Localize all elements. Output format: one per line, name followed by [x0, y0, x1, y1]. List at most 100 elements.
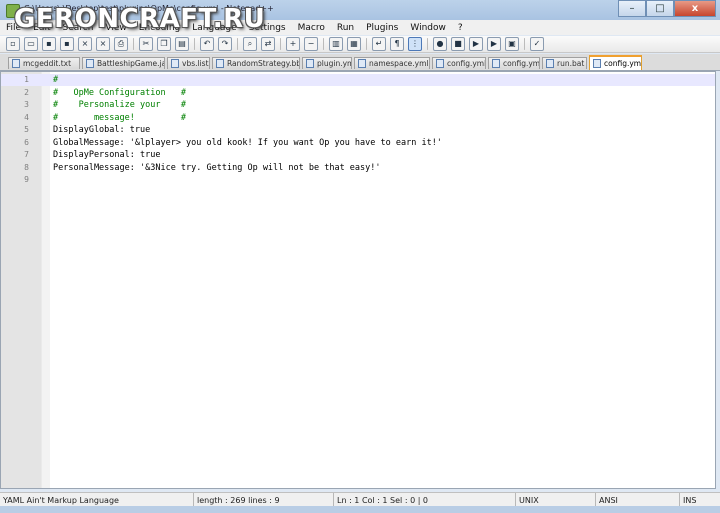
window-controls: – □ x — [618, 0, 716, 17]
code-line[interactable]: 1 # — [1, 74, 715, 86]
code-text: DisplayGlobal: true — [53, 125, 151, 135]
line-number: 6 — [24, 137, 29, 147]
close-all-icon[interactable]: × — [96, 37, 110, 51]
tab-bar: mcgeddit.txt BattleshipGame.java vbs.list R… — [0, 54, 720, 71]
menu-window[interactable]: Window — [404, 23, 452, 33]
save-all-icon[interactable]: ▪ — [60, 37, 74, 51]
line-number: 9 — [24, 175, 29, 184]
line-number: 5 — [24, 125, 29, 134]
toolbar-separator — [524, 38, 525, 50]
word-wrap-icon[interactable]: ↵ — [372, 37, 386, 51]
tab-namespace-yml[interactable]: namespace.yml — [354, 57, 430, 69]
tab-label: plugin.yml — [317, 59, 351, 68]
minimize-button[interactable]: – — [618, 0, 646, 17]
maximize-button[interactable]: □ — [646, 0, 674, 17]
file-icon — [12, 59, 20, 68]
fold-margin — [41, 72, 50, 488]
toolbar-separator — [323, 38, 324, 50]
status-bar: YAML Ain't Markup Language length : 269 … — [0, 492, 720, 507]
menu-macro[interactable]: Macro — [292, 23, 331, 33]
close-icon[interactable]: × — [78, 37, 92, 51]
line-number: 3 — [24, 100, 29, 109]
code-text: # Personalize your # — [53, 100, 187, 110]
status-length: length : 269 lines : 9 — [194, 493, 334, 507]
file-icon — [216, 59, 224, 68]
file-icon — [358, 59, 366, 68]
tab-label: BattleshipGame.java — [97, 59, 164, 68]
file-icon — [306, 59, 314, 68]
save-macro-icon[interactable]: ▣ — [505, 37, 519, 51]
menu-plugins[interactable]: Plugins — [360, 23, 404, 33]
line-number: 4 — [24, 112, 29, 122]
tab-label: config.yml — [447, 59, 486, 68]
sync-vertical-icon[interactable]: ▥ — [329, 37, 343, 51]
file-icon — [546, 59, 554, 68]
tab-run-bat[interactable]: run.bat — [542, 57, 587, 69]
indent-guide-icon[interactable]: ⋮ — [408, 37, 422, 51]
zoom-in-icon[interactable]: + — [286, 37, 300, 51]
file-icon — [492, 59, 500, 68]
tab-battleshipgame-java[interactable]: BattleshipGame.java — [82, 57, 165, 69]
tab-randomstrategy-bbas[interactable]: RandomStrategy.bbas — [212, 57, 300, 69]
status-encoding: ANSI — [596, 493, 680, 507]
status-mode: INS — [683, 495, 697, 505]
redo-icon[interactable]: ↷ — [218, 37, 232, 51]
toolbar-separator — [194, 38, 195, 50]
tab-config-yml[interactable]: config.yml — [488, 57, 540, 69]
toolbar-separator — [280, 38, 281, 50]
toolbar-separator — [237, 38, 238, 50]
line-number: 1 — [24, 75, 29, 84]
window-bottom-border — [0, 506, 720, 513]
sync-horizontal-icon[interactable]: ▦ — [347, 37, 361, 51]
paste-icon[interactable]: ▤ — [175, 37, 189, 51]
menu-run[interactable]: Run — [331, 23, 360, 33]
find-icon[interactable]: ⌕ — [243, 37, 257, 51]
code-text: # OpMe Configuration # — [53, 87, 187, 98]
play-multiple-icon[interactable]: ▶ — [487, 37, 501, 51]
show-all-chars-icon[interactable]: ¶ — [390, 37, 404, 51]
undo-icon[interactable]: ↶ — [200, 37, 214, 51]
toolbar-separator — [427, 38, 428, 50]
status-position: Ln : 1 Col : 1 Sel : 0 | 0 — [334, 493, 516, 507]
new-file-icon[interactable]: ▫ — [6, 37, 20, 51]
cut-icon[interactable]: ✂ — [139, 37, 153, 51]
status-language: YAML Ain't Markup Language — [0, 493, 194, 507]
status-eol: UNIX — [516, 493, 596, 507]
zoom-out-icon[interactable]: − — [304, 37, 318, 51]
spellcheck-icon[interactable]: ✓ — [530, 37, 544, 51]
tab-label: run.bat — [557, 59, 585, 68]
copy-icon[interactable]: ❐ — [157, 37, 171, 51]
file-icon — [86, 59, 94, 68]
stop-macro-icon[interactable]: ■ — [451, 37, 465, 51]
tab-config-yml[interactable]: config.yml — [589, 55, 642, 70]
line-number: 8 — [24, 162, 29, 172]
record-macro-icon[interactable]: ● — [433, 37, 447, 51]
menu-help[interactable]: ? — [452, 23, 469, 33]
play-macro-icon[interactable]: ▶ — [469, 37, 483, 51]
replace-icon[interactable]: ⇄ — [261, 37, 275, 51]
open-icon[interactable]: ▭ — [24, 37, 38, 51]
tab-label: config.yml — [604, 59, 642, 68]
tab-vbs-list[interactable]: vbs.list — [167, 57, 210, 69]
tab-label: vbs.list — [182, 59, 209, 68]
toolbar: ▫ ▭ ▪ ▪ × × ⎙ ✂ ❐ ▤ ↶ ↷ ⌕ ⇄ + − ▥ ▦ ↵ ¶ ⋮ ● ■ ▶ ▶ ▣ ✓ — [0, 36, 720, 53]
tab-label: namespace.yml — [369, 59, 429, 68]
file-icon — [171, 59, 179, 68]
file-icon — [436, 59, 444, 68]
tab-plugin-yml[interactable]: plugin.yml — [302, 57, 352, 69]
code-text: # message! # — [53, 112, 187, 123]
print-icon[interactable]: ⎙ — [114, 37, 128, 51]
tab-config-yml[interactable]: config.yml — [432, 57, 486, 69]
close-button[interactable]: x — [674, 0, 716, 17]
watermark: GERONCRAFT.RU — [14, 4, 266, 34]
tab-label: RandomStrategy.bbas — [227, 59, 299, 68]
code-text: GlobalMessage: '&lplayer> you old kook! … — [53, 137, 442, 148]
save-icon[interactable]: ▪ — [42, 37, 56, 51]
editor[interactable]: 1 #2 # OpMe Configuration #3 # Personalize … — [0, 71, 716, 489]
toolbar-separator — [133, 38, 134, 50]
code-text: # — [53, 75, 59, 85]
code-text: DisplayPersonal: true — [53, 150, 161, 160]
tab-label: config.yml — [503, 59, 540, 68]
line-number: 7 — [24, 150, 29, 159]
tab-mcgeddit-txt[interactable]: mcgeddit.txt — [8, 57, 80, 69]
